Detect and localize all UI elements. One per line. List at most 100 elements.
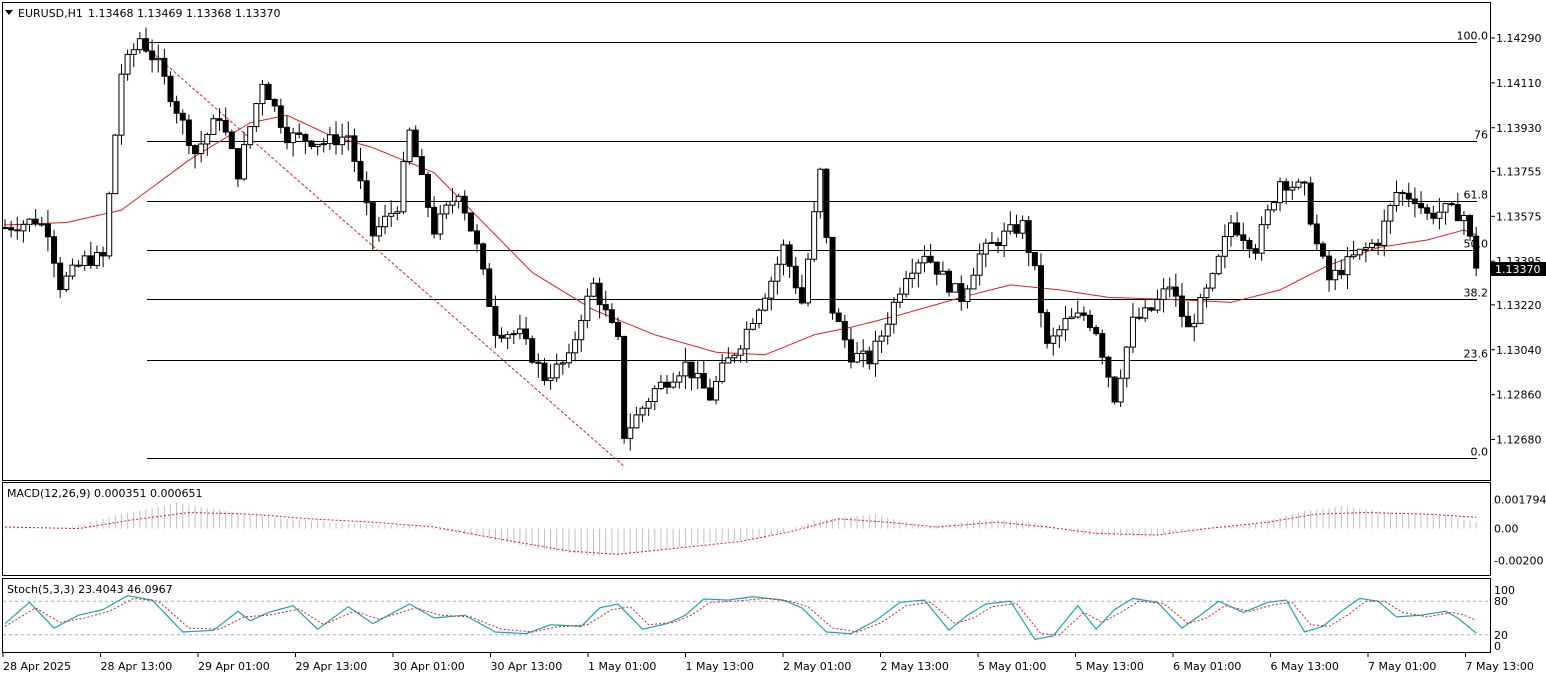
stoch-label: Stoch(5,3,3) 23.4043 46.0967 (7, 583, 173, 596)
candle-bear (1405, 192, 1412, 200)
candle-bull (737, 348, 744, 356)
candle-bear (234, 148, 241, 180)
candle-bull (247, 126, 254, 146)
candle-bear (369, 202, 376, 237)
price-tick-label: 1.13930 (1496, 122, 1542, 135)
candle-bull (1289, 186, 1296, 191)
candle-bull (743, 328, 750, 350)
candle-bear (467, 212, 474, 232)
time-tick-label: 6 May 13:00 (1271, 660, 1339, 673)
candle-bear (14, 229, 21, 232)
time-tick-label: 7 May 01:00 (1368, 660, 1436, 673)
candle-bear (829, 236, 836, 314)
candle-bear (1099, 333, 1106, 358)
candle-bear (1111, 376, 1118, 403)
current-price-value: 1.13370 (1495, 263, 1541, 276)
price-tick-label: 1.12860 (1496, 389, 1542, 402)
macd-tick-label: -0.00200 (1494, 555, 1543, 568)
candle-bear (185, 119, 192, 147)
candle-bull (1442, 203, 1449, 213)
time-tick-label: 7 May 13:00 (1466, 660, 1534, 673)
candle-bear (302, 133, 309, 142)
candle-bear (498, 334, 505, 339)
candle-bull (93, 252, 100, 266)
candle-bear (296, 132, 303, 135)
candle-bear (835, 312, 842, 322)
candle-bear (228, 131, 235, 150)
candle-bull (1160, 288, 1167, 300)
main-pane-frame (2, 2, 1491, 481)
candle-bull (198, 143, 205, 155)
candle-bull (1166, 286, 1173, 290)
candle-bull (69, 264, 76, 277)
fib-trend-line (139, 41, 625, 467)
candle-bear (44, 223, 51, 238)
candle-bull (81, 255, 88, 266)
candle-bull (1258, 224, 1265, 254)
candle-bull (976, 253, 983, 276)
triangle-down-icon[interactable] (5, 10, 13, 15)
candle-bear (1087, 314, 1094, 329)
candle-bear (480, 243, 487, 270)
fib-level-label: 61.8 (1464, 189, 1489, 202)
candle-bull (394, 211, 401, 214)
candle-bull (326, 134, 333, 145)
candle-bull (1362, 247, 1369, 250)
candle-bull (890, 301, 897, 325)
candle-bear (847, 339, 854, 363)
candle-bull (1295, 181, 1302, 188)
candle-bull (155, 57, 162, 61)
candle-bull (670, 381, 677, 388)
candle-bull (375, 226, 382, 237)
candle-bear (192, 145, 199, 155)
fib-level-label: 0.0 (1471, 446, 1489, 459)
candle-bull (713, 380, 720, 401)
time-tick-label: 30 Apr 01:00 (393, 660, 465, 673)
candle-bear (1399, 192, 1406, 195)
candle-bull (1436, 211, 1443, 219)
time-tick-label: 2 May 13:00 (881, 660, 949, 673)
candle-bear (179, 112, 186, 121)
candle-bear (1313, 223, 1320, 245)
candle-bull (210, 118, 217, 135)
candle-bull (118, 73, 125, 136)
candle-bull (633, 414, 640, 429)
candle-bull (988, 242, 995, 245)
candle-bull (1123, 346, 1130, 379)
candle-bull (1228, 222, 1234, 237)
candle-bear (100, 252, 107, 257)
fib-level-label: 23.6 (1464, 348, 1489, 361)
macd-tick-label: 0.00 (1494, 523, 1519, 536)
candle-bear (142, 38, 149, 52)
trading-chart[interactable]: 100.07661.850.038.223.60.0 0.0017940.00-… (0, 0, 1546, 680)
candle-bear (541, 362, 548, 382)
candle-bull (290, 132, 297, 144)
candle-bear (615, 321, 621, 337)
candle-bull (516, 328, 523, 335)
candle-bear (995, 242, 1002, 247)
candle-bear (1105, 356, 1112, 378)
candle-bull (565, 352, 572, 364)
candle-bull (1277, 181, 1284, 204)
candle-bear (1240, 234, 1247, 241)
candle-bull (860, 350, 867, 354)
stoch-pane-frame (2, 578, 1491, 653)
candle-bear (412, 129, 419, 158)
candle-bull (437, 213, 444, 235)
candle-bear (173, 101, 180, 114)
ma-line (4, 114, 1477, 356)
candle-bear (1093, 327, 1100, 335)
candle-bear (1148, 307, 1155, 311)
candle-bear (933, 261, 940, 275)
candle-bear (265, 83, 272, 101)
candle-bull (915, 262, 922, 274)
candle-bear (866, 350, 873, 365)
candle-bear (1301, 181, 1308, 184)
candle-bull (578, 319, 585, 341)
stoch-tick-label: 80 (1494, 595, 1508, 608)
candle-bear (535, 361, 542, 364)
candle-bear (529, 338, 536, 363)
candle-bull (1074, 312, 1081, 318)
candle-bull (970, 274, 977, 290)
candle-bear (461, 195, 468, 214)
